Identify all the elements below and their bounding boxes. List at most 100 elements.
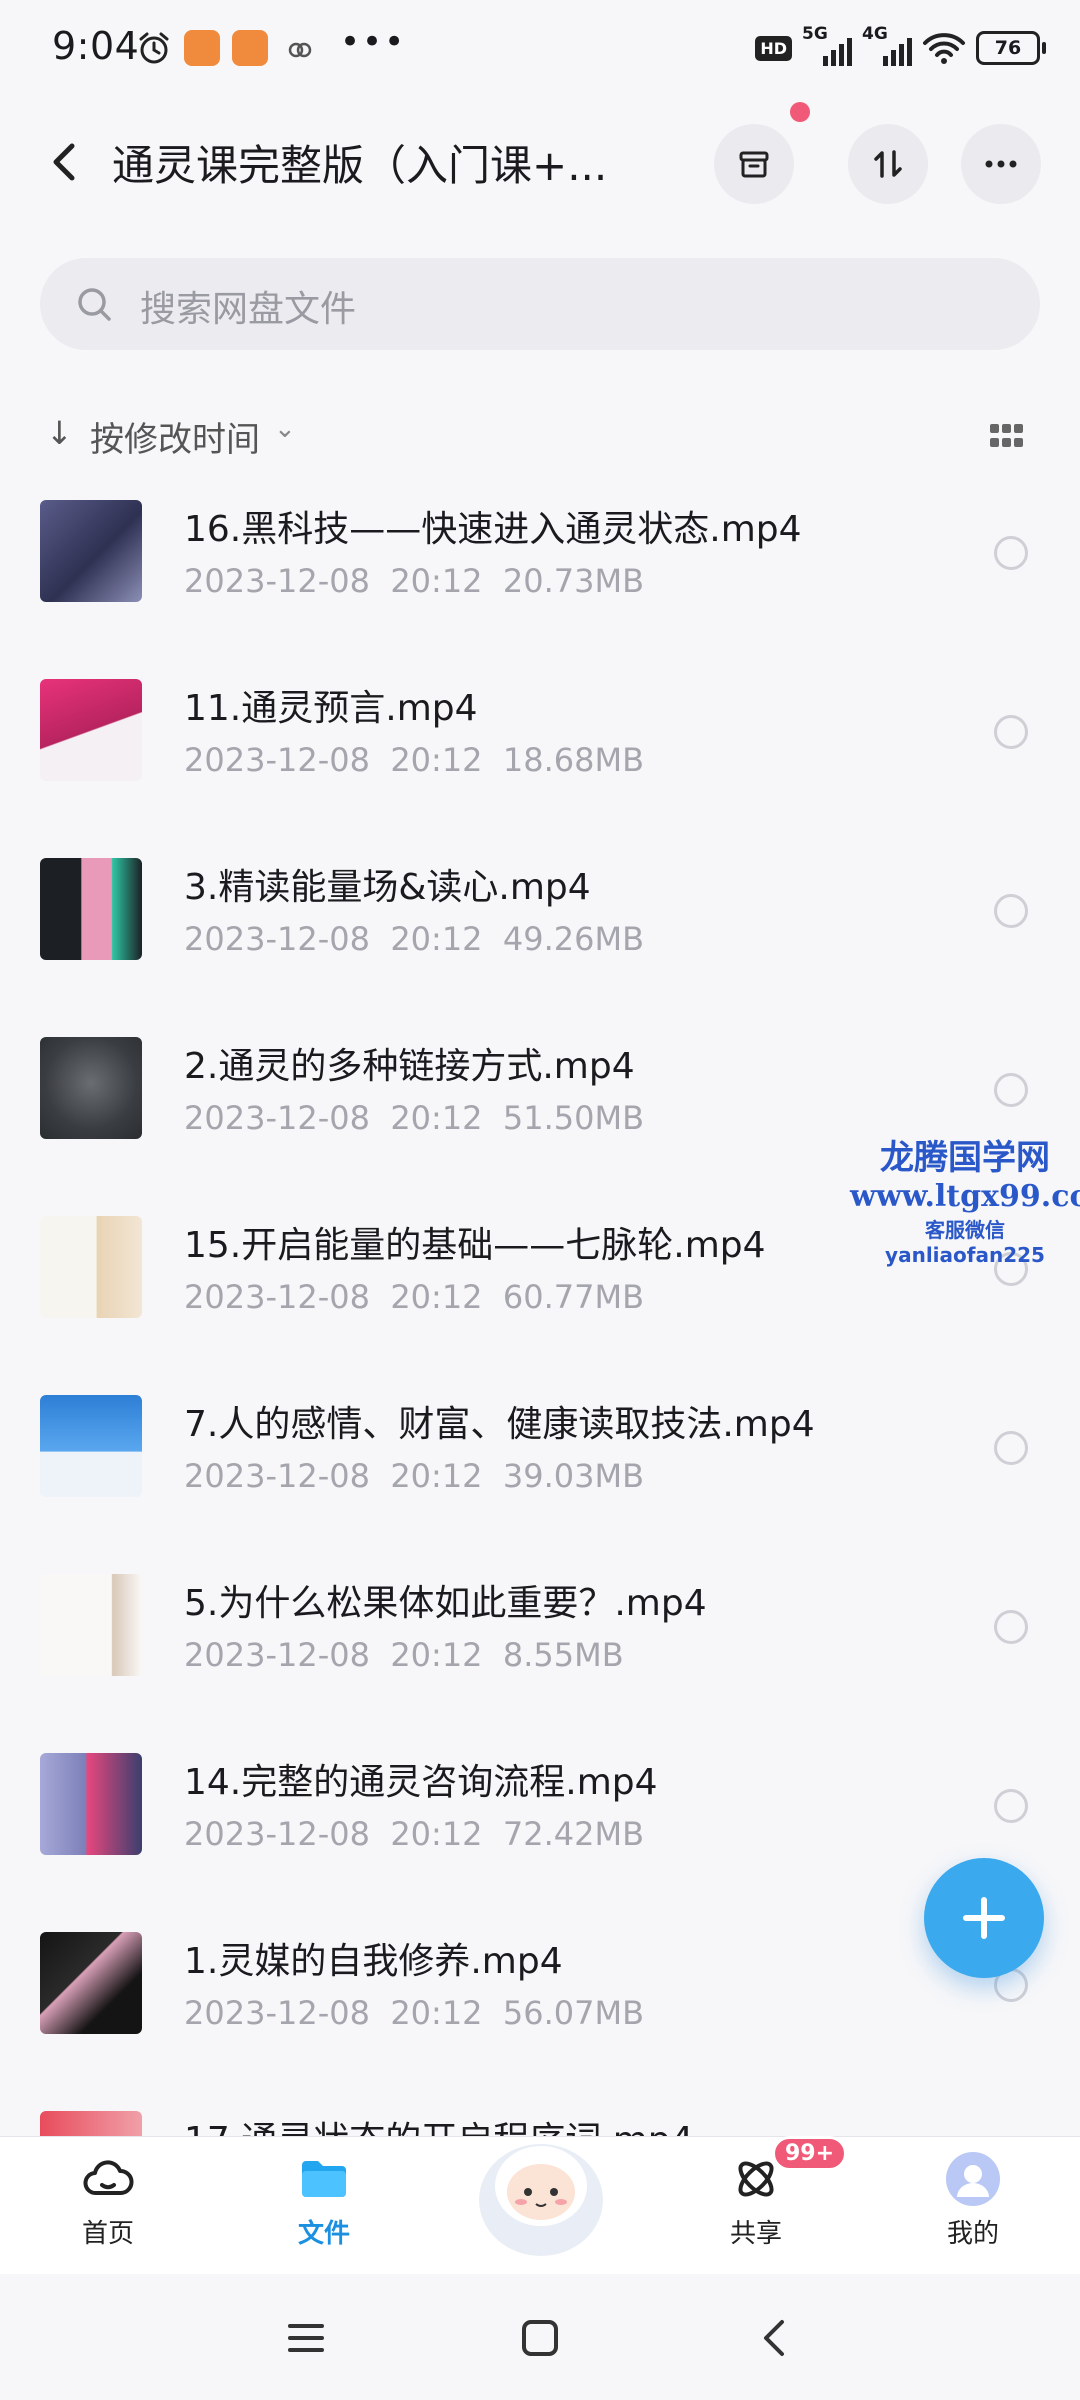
hd-icon: HD: [755, 35, 792, 61]
file-date: 2023-12-08: [184, 1815, 370, 1853]
mi-app-icon: [232, 30, 268, 66]
file-meta: 2023-12-08 20:12 72.42MB: [184, 1815, 644, 1853]
alarm-icon: [136, 30, 172, 66]
status-bar: 9:04 ••• HD 5G 4G 76: [0, 0, 1080, 100]
file-size: 72.42MB: [502, 1815, 645, 1853]
home-button[interactable]: [516, 2314, 564, 2362]
sort-row: ↓ 按修改时间 ⌄: [0, 400, 1080, 470]
notification-app-icon: [184, 30, 220, 66]
file-row[interactable]: 3.精读能量场&读心.mp4 2023-12-08 20:12 49.26MB: [0, 848, 1080, 1027]
file-date: 2023-12-08: [184, 1278, 370, 1316]
nav-share-label: 共享: [729, 2219, 782, 2249]
video-thumbnail: [40, 1753, 142, 1855]
file-time: 20:12: [390, 1994, 483, 2032]
signal-5g-icon: 5G: [802, 24, 852, 68]
watermark: 龙腾国学网 www.ltgx99.com 客服微信 yanliaofan225: [850, 1130, 1080, 1267]
transfer-button[interactable]: [848, 124, 928, 204]
select-checkbox[interactable]: [994, 1073, 1028, 1107]
file-name: 3.精读能量场&读心.mp4: [184, 867, 591, 908]
search-icon: [78, 288, 111, 321]
file-row[interactable]: 7.人的感情、财富、健康读取技法.mp4 2023-12-08 20:12 39…: [0, 1385, 1080, 1564]
archive-icon: [739, 151, 769, 178]
video-thumbnail: [40, 1037, 142, 1139]
watermark-contact: 客服微信 yanliaofan225: [885, 1218, 1045, 1267]
mascot-assistant-icon[interactable]: [466, 2112, 616, 2262]
file-meta: 2023-12-08 20:12 39.03MB: [184, 1457, 644, 1495]
select-checkbox[interactable]: [994, 536, 1028, 570]
menu-icon: [288, 2324, 324, 2352]
chevron-down-icon[interactable]: ⌄: [274, 414, 296, 444]
system-nav-bar: [0, 2274, 1080, 2400]
file-row[interactable]: 14.完整的通灵咨询流程.mp4 2023-12-08 20:12 72.42M…: [0, 1743, 1080, 1922]
status-time: 9:04: [52, 24, 140, 68]
file-row[interactable]: 16.黑科技——快速进入通灵状态.mp4 2023-12-08 20:12 20…: [0, 490, 1080, 669]
folder-icon: [302, 2161, 346, 2197]
file-time: 20:12: [390, 562, 483, 600]
file-time: 20:12: [390, 1815, 483, 1853]
file-name: 7.人的感情、财富、健康读取技法.mp4: [184, 1404, 815, 1445]
file-name: 2.通灵的多种链接方式.mp4: [184, 1046, 635, 1087]
file-row[interactable]: 11.通灵预言.mp4 2023-12-08 20:12 18.68MB: [0, 669, 1080, 848]
transfer-icon: [874, 150, 902, 178]
nav-files-label: 文件: [297, 2219, 350, 2249]
video-thumbnail: [40, 1216, 142, 1318]
select-checkbox[interactable]: [994, 1610, 1028, 1644]
share-badge: 99+: [772, 2136, 848, 2171]
file-name: 1.灵媒的自我修养.mp4: [184, 1941, 563, 1982]
video-thumbnail: [40, 1395, 142, 1497]
archive-button[interactable]: [714, 124, 794, 204]
file-meta: 2023-12-08 20:12 49.26MB: [184, 920, 644, 958]
nav-me[interactable]: 我的: [903, 2151, 1043, 2271]
file-size: 51.50MB: [502, 1099, 645, 1137]
file-meta: 2023-12-08 20:12 51.50MB: [184, 1099, 644, 1137]
select-checkbox[interactable]: [994, 1431, 1028, 1465]
file-time: 20:12: [390, 741, 483, 779]
file-meta: 2023-12-08 20:12 60.77MB: [184, 1278, 644, 1316]
signal-4g-icon: 4G: [862, 24, 912, 68]
file-date: 2023-12-08: [184, 562, 370, 600]
add-button[interactable]: [924, 1858, 1044, 1978]
file-meta: 2023-12-08 20:12 8.55MB: [184, 1636, 624, 1674]
file-size: 60.77MB: [502, 1278, 645, 1316]
file-size: 56.07MB: [502, 1994, 645, 2032]
status-right: HD 5G 4G 76: [755, 24, 1046, 68]
select-checkbox[interactable]: [994, 1789, 1028, 1823]
sort-direction-icon[interactable]: ↓: [46, 414, 73, 452]
file-size: 20.73MB: [502, 562, 645, 600]
video-thumbnail: [40, 1932, 142, 2034]
nav-home[interactable]: 首页: [38, 2151, 178, 2271]
file-time: 20:12: [390, 1099, 483, 1137]
search-bar[interactable]: 搜索网盘文件: [40, 258, 1040, 350]
system-back-button[interactable]: [752, 2314, 800, 2362]
file-time: 20:12: [390, 1457, 483, 1495]
header: 通灵课完整版（入门课+...: [0, 100, 1080, 220]
plus-icon: [963, 1897, 1005, 1939]
wifi-icon: [922, 30, 966, 66]
notification-dot: [790, 102, 810, 122]
more-button[interactable]: [961, 124, 1041, 204]
select-checkbox[interactable]: [994, 894, 1028, 928]
file-name: 15.开启能量的基础——七脉轮.mp4: [184, 1225, 766, 1266]
file-time: 20:12: [390, 920, 483, 958]
back-arrow-icon: [764, 2320, 784, 2356]
select-checkbox[interactable]: [994, 715, 1028, 749]
file-row[interactable]: 1.灵媒的自我修养.mp4 2023-12-08 20:12 56.07MB: [0, 1922, 1080, 2101]
nav-files[interactable]: 文件: [254, 2151, 394, 2271]
file-row[interactable]: 5.为什么松果体如此重要？.mp4 2023-12-08 20:12 8.55M…: [0, 1564, 1080, 1743]
video-thumbnail: [40, 1574, 142, 1676]
file-date: 2023-12-08: [184, 1636, 370, 1674]
sort-label[interactable]: 按修改时间: [90, 412, 260, 461]
file-name: 5.为什么松果体如此重要？.mp4: [184, 1583, 707, 1624]
file-meta: 2023-12-08 20:12 20.73MB: [184, 562, 644, 600]
cloud-home-icon: [83, 2160, 134, 2195]
back-button[interactable]: [44, 138, 84, 186]
grid-view-button[interactable]: [990, 424, 1024, 448]
watermark-brand: 龙腾国学网: [880, 1138, 1050, 1178]
file-name: 11.通灵预言.mp4: [184, 688, 478, 729]
recent-apps-button[interactable]: [282, 2314, 330, 2362]
file-meta: 2023-12-08 20:12 18.68MB: [184, 741, 644, 779]
watermark-url: www.ltgx99.com: [850, 1179, 1080, 1214]
more-dots-icon: [985, 160, 1017, 168]
file-name: 14.完整的通灵咨询流程.mp4: [184, 1762, 658, 1803]
nav-me-label: 我的: [946, 2219, 999, 2249]
